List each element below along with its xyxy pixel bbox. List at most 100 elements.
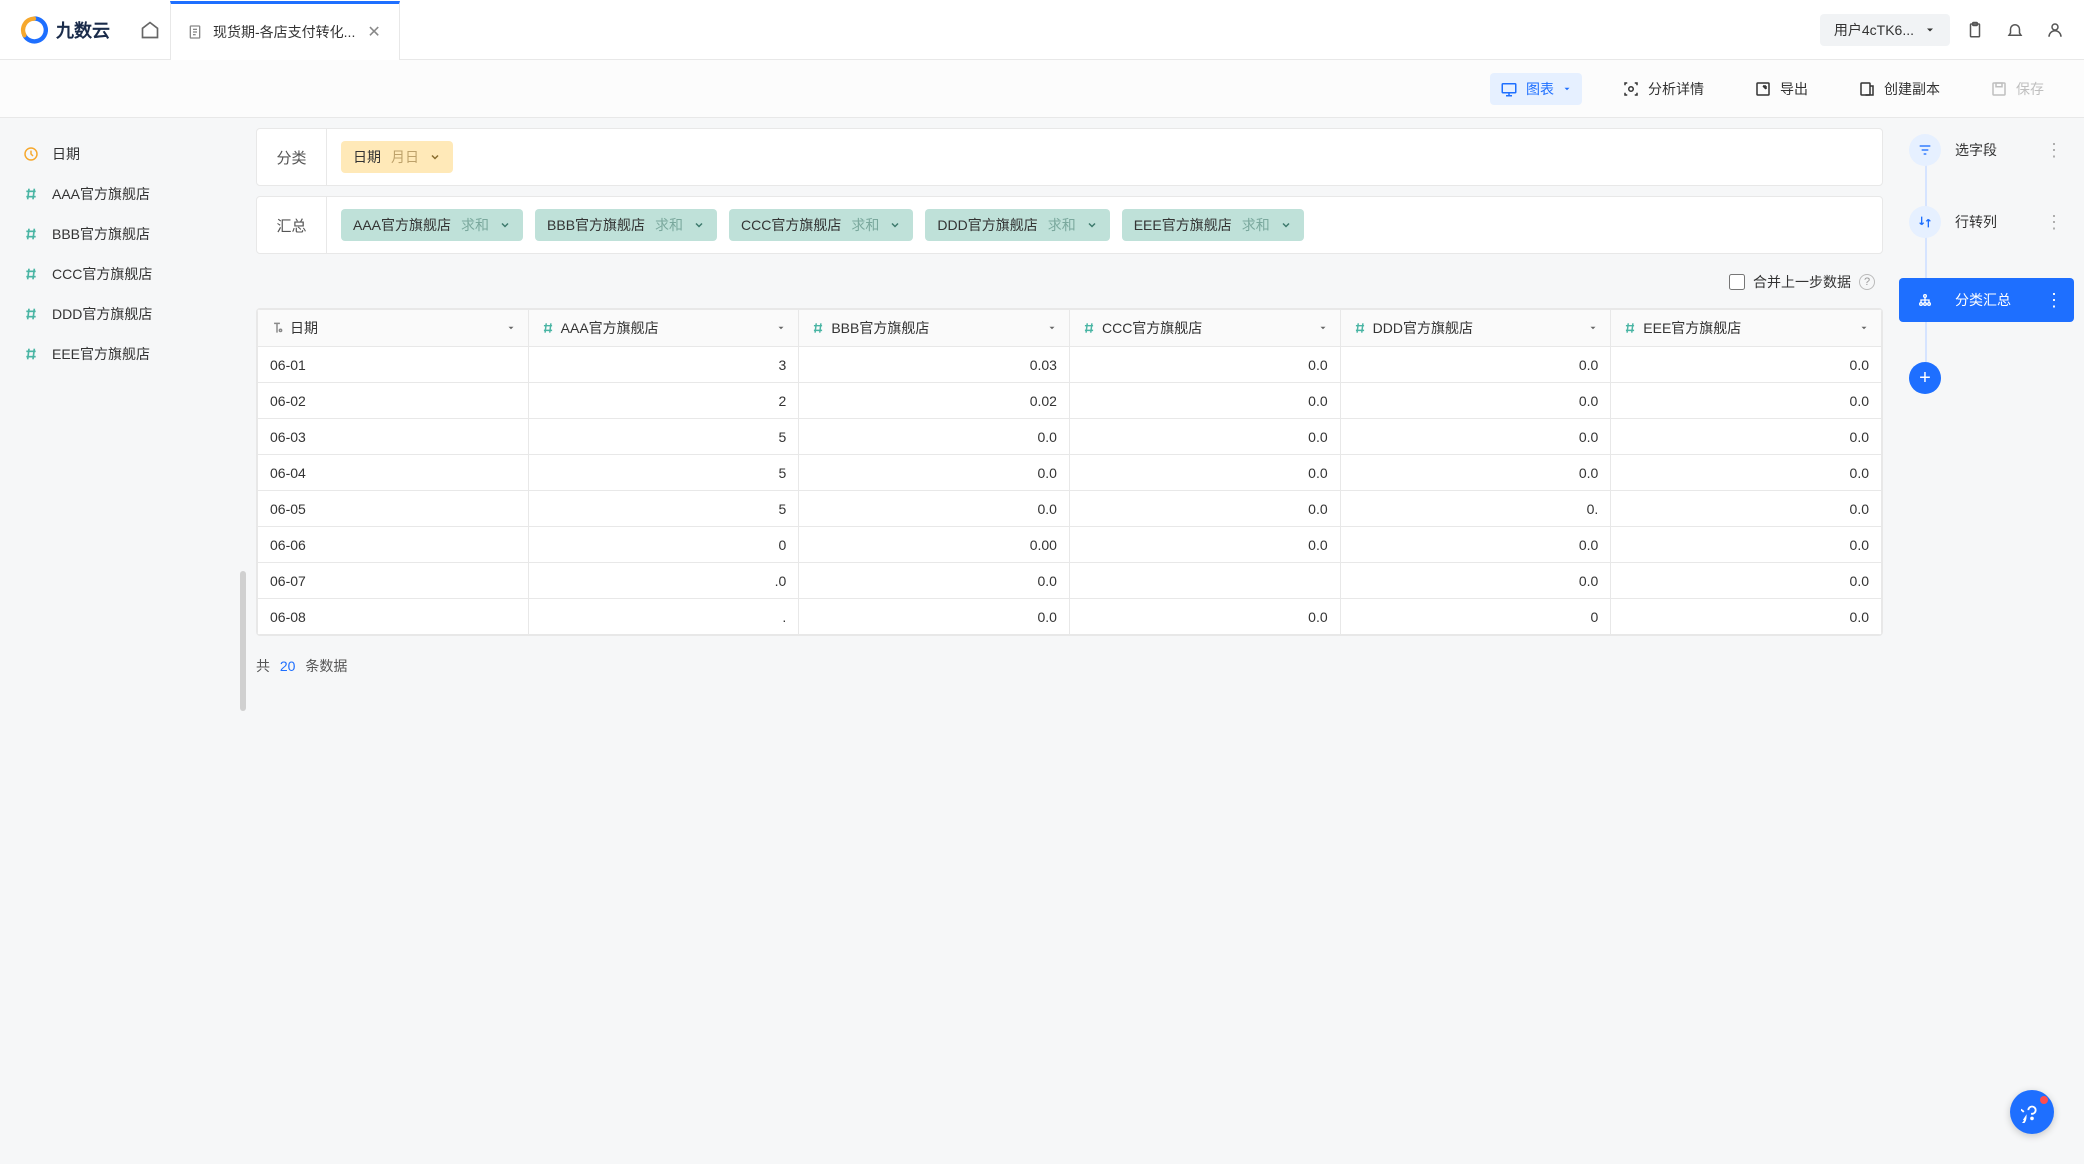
clipboard-icon[interactable] bbox=[1966, 21, 1984, 39]
merge-checkbox[interactable] bbox=[1729, 274, 1745, 290]
number-icon bbox=[22, 266, 40, 282]
chevron-down-icon bbox=[693, 219, 705, 231]
field-item[interactable]: BBB官方旗舰店 bbox=[10, 214, 240, 254]
user-icon[interactable] bbox=[2046, 21, 2064, 39]
user-dropdown[interactable]: 用户4cTK6... bbox=[1820, 14, 1950, 46]
chevron-down-icon bbox=[499, 219, 511, 231]
number-icon bbox=[22, 346, 40, 362]
aggregate-chip[interactable]: CCC官方旗舰店求和 bbox=[729, 209, 913, 241]
column-dropdown-icon[interactable] bbox=[1859, 323, 1869, 333]
pipeline-step[interactable]: 选字段⋮ bbox=[1899, 134, 2074, 166]
field-item[interactable]: CCC官方旗舰店 bbox=[10, 254, 240, 294]
table-row: 06-0220.020.00.00.0 bbox=[258, 383, 1882, 419]
field-item[interactable]: EEE官方旗舰店 bbox=[10, 334, 240, 374]
field-item[interactable]: DDD官方旗舰店 bbox=[10, 294, 240, 334]
save-icon bbox=[1990, 80, 2008, 98]
number-icon bbox=[1082, 321, 1096, 335]
field-item[interactable]: AAA官方旗舰店 bbox=[10, 174, 240, 214]
details-button[interactable]: 分析详情 bbox=[1612, 73, 1714, 105]
help-icon[interactable]: ? bbox=[1859, 274, 1875, 290]
pipeline-panel: 选字段⋮ 行转列⋮ 分类汇总⋮ + bbox=[1889, 118, 2084, 1164]
column-header[interactable]: CCC官方旗舰店 bbox=[1069, 310, 1340, 347]
export-icon bbox=[1754, 80, 1772, 98]
caret-down-icon bbox=[1924, 24, 1936, 36]
summary-config: 汇总 AAA官方旗舰店求和BBB官方旗舰店求和CCC官方旗舰店求和DDD官方旗舰… bbox=[256, 196, 1883, 254]
aggregate-chip[interactable]: EEE官方旗舰店求和 bbox=[1122, 209, 1304, 241]
column-dropdown-icon[interactable] bbox=[1318, 323, 1328, 333]
number-icon bbox=[811, 321, 825, 335]
table-row: 06-08.0.00.000.0 bbox=[258, 599, 1882, 635]
column-header[interactable]: EEE官方旗舰店 bbox=[1611, 310, 1882, 347]
add-step-button[interactable]: + bbox=[1909, 362, 1941, 394]
field-list: 日期 AAA官方旗舰店 BBB官方旗舰店 CCC官方旗舰店 DDD官方旗舰店 EEE官方旗… bbox=[0, 118, 250, 1164]
document-icon bbox=[187, 24, 203, 40]
column-header[interactable]: BBB官方旗舰店 bbox=[799, 310, 1070, 347]
save-button: 保存 bbox=[1980, 73, 2054, 105]
number-icon bbox=[541, 321, 555, 335]
column-dropdown-icon[interactable] bbox=[1588, 323, 1598, 333]
column-header[interactable]: DDD官方旗舰店 bbox=[1340, 310, 1611, 347]
home-button[interactable] bbox=[130, 10, 170, 50]
chevron-down-icon bbox=[889, 219, 901, 231]
copy-button[interactable]: 创建副本 bbox=[1848, 73, 1950, 105]
field-label: BBB官方旗舰店 bbox=[52, 224, 150, 244]
number-icon bbox=[22, 186, 40, 202]
chevron-down-icon bbox=[1086, 219, 1098, 231]
chart-icon bbox=[1500, 80, 1518, 98]
pipeline-step[interactable]: 行转列⋮ bbox=[1899, 206, 2074, 238]
number-icon bbox=[22, 226, 40, 242]
column-dropdown-icon[interactable] bbox=[776, 323, 786, 333]
floating-help-button[interactable] bbox=[2010, 1090, 2054, 1134]
more-icon[interactable]: ⋮ bbox=[2045, 290, 2074, 311]
column-header[interactable]: 日期 bbox=[258, 310, 529, 347]
tab-current[interactable]: 现货期-各店支付转化... ✕ bbox=[170, 1, 400, 60]
table-row: 06-0450.00.00.00.0 bbox=[258, 455, 1882, 491]
logo[interactable]: 九数云 bbox=[0, 0, 130, 59]
more-icon[interactable]: ⋮ bbox=[2045, 140, 2074, 161]
text-icon bbox=[270, 321, 284, 335]
category-label: 分类 bbox=[257, 129, 327, 185]
caret-down-icon bbox=[1562, 84, 1572, 94]
column-dropdown-icon[interactable] bbox=[506, 323, 516, 333]
number-icon bbox=[22, 306, 40, 322]
field-item[interactable]: 日期 bbox=[10, 134, 240, 174]
tab-close-button[interactable]: ✕ bbox=[365, 20, 382, 44]
field-label: CCC官方旗舰店 bbox=[52, 264, 152, 284]
chevron-down-icon bbox=[1280, 219, 1292, 231]
table-footer: 共 20 条数据 bbox=[256, 636, 1883, 686]
date-icon bbox=[22, 146, 40, 162]
aggregate-chip[interactable]: AAA官方旗舰店求和 bbox=[341, 209, 523, 241]
column-header[interactable]: AAA官方旗舰店 bbox=[528, 310, 799, 347]
table-row: 06-0130.030.00.00.0 bbox=[258, 347, 1882, 383]
topbar: 九数云 现货期-各店支付转化... ✕ 用户4cTK6... bbox=[0, 0, 2084, 60]
data-table: 日期AAA官方旗舰店BBB官方旗舰店CCC官方旗舰店DDD官方旗舰店EEE官方旗… bbox=[256, 308, 1883, 636]
pipeline-step[interactable]: 分类汇总⋮ bbox=[1899, 278, 2074, 322]
date-chip[interactable]: 日期 月日 bbox=[341, 141, 453, 173]
bell-icon[interactable] bbox=[2006, 21, 2024, 39]
field-label: DDD官方旗舰店 bbox=[52, 304, 152, 324]
scan-icon bbox=[1622, 80, 1640, 98]
export-button[interactable]: 导出 bbox=[1744, 73, 1818, 105]
chevron-down-icon bbox=[429, 151, 441, 163]
logo-icon bbox=[20, 16, 48, 44]
category-config: 分类 日期 月日 bbox=[256, 128, 1883, 186]
more-icon[interactable]: ⋮ bbox=[2045, 212, 2074, 233]
merge-row: 合并上一步数据 ? bbox=[256, 254, 1883, 302]
aggregate-chip[interactable]: DDD官方旗舰店求和 bbox=[925, 209, 1109, 241]
swap-icon bbox=[1909, 206, 1941, 238]
number-icon bbox=[1353, 321, 1367, 335]
table-row: 06-0350.00.00.00.0 bbox=[258, 419, 1882, 455]
aggregate-chip[interactable]: BBB官方旗舰店求和 bbox=[535, 209, 717, 241]
field-label: 日期 bbox=[52, 144, 80, 164]
number-icon bbox=[1623, 321, 1637, 335]
column-dropdown-icon[interactable] bbox=[1047, 323, 1057, 333]
chart-button[interactable]: 图表 bbox=[1490, 73, 1582, 105]
logo-text: 九数云 bbox=[56, 17, 110, 43]
center-panel: 分类 日期 月日 汇总 AAA官方旗舰店求和BBB官方旗舰店求和CCC官方旗舰店… bbox=[250, 118, 1889, 1164]
main: 日期AAA官方旗舰店BBB官方旗舰店CCC官方旗舰店DDD官方旗舰店EEE官方旗… bbox=[0, 118, 2084, 1164]
tab-label: 现货期-各店支付转化... bbox=[213, 22, 355, 42]
merge-label: 合并上一步数据 bbox=[1753, 272, 1851, 292]
group-icon bbox=[1909, 284, 1941, 316]
table-row: 06-0550.00.00.0.0 bbox=[258, 491, 1882, 527]
filter-icon bbox=[1909, 134, 1941, 166]
